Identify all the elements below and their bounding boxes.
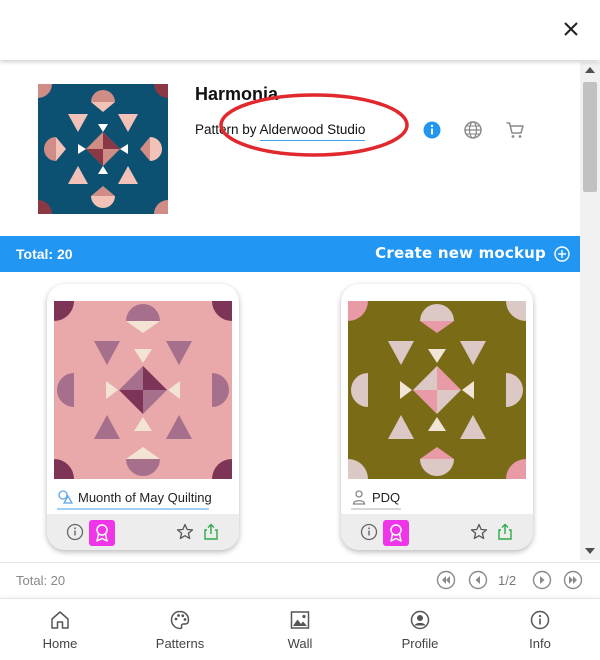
bottom-navigation: Home Patterns Wall Profile Info: [0, 598, 600, 660]
info-icon[interactable]: [359, 522, 379, 542]
cart-icon[interactable]: [505, 120, 525, 140]
badge-icon[interactable]: [89, 520, 115, 546]
content-area: Harmonia Pattern by Alderwood Studio Tot…: [0, 62, 600, 560]
pagination-bar: Total: 20 1/2: [0, 562, 600, 598]
shapes-icon: [58, 490, 73, 504]
nav-wall[interactable]: Wall: [255, 609, 345, 657]
scroll-down-arrow[interactable]: [585, 548, 595, 554]
scroll-thumb[interactable]: [583, 82, 597, 192]
nav-home[interactable]: Home: [15, 609, 105, 657]
mockups-total: Total: 20: [16, 246, 73, 262]
vertical-scrollbar[interactable]: [580, 62, 600, 560]
pagination-total: Total: 20: [16, 573, 66, 588]
person-icon: [352, 490, 366, 505]
nav-profile-label: Profile: [401, 636, 439, 651]
nav-profile[interactable]: Profile: [375, 609, 465, 657]
mockup-name: PDQ: [372, 489, 401, 505]
mockups-bar: Total: 20 Create new mockup: [0, 236, 580, 272]
nav-patterns-label: Patterns: [155, 636, 205, 651]
info-icon[interactable]: [65, 522, 85, 542]
info-icon[interactable]: [422, 120, 442, 140]
palette-icon: [170, 610, 190, 630]
next-page-icon[interactable]: [532, 570, 552, 590]
nav-home-label: Home: [42, 636, 78, 651]
mockup-card[interactable]: Muonth of May Quilting: [47, 284, 239, 550]
name-underline: [57, 508, 209, 510]
star-icon[interactable]: [469, 522, 489, 542]
share-icon[interactable]: [495, 522, 515, 542]
top-bar: [0, 0, 600, 60]
mockup-name-link[interactable]: Muonth of May Quilting: [57, 487, 212, 507]
close-icon[interactable]: [560, 18, 582, 40]
home-icon: [51, 611, 69, 629]
page-indicator: 1/2: [498, 573, 517, 588]
mockup-name: Muonth of May Quilting: [78, 489, 212, 505]
highlight-circle: [219, 93, 409, 157]
globe-icon[interactable]: [463, 120, 483, 140]
share-icon[interactable]: [201, 522, 221, 542]
add-circle-icon[interactable]: [554, 246, 570, 262]
nav-info[interactable]: Info: [495, 609, 585, 657]
pattern-thumbnail[interactable]: [38, 84, 168, 214]
badge-icon[interactable]: [383, 520, 409, 546]
mockup-card[interactable]: PDQ: [341, 284, 533, 550]
pattern-header: Harmonia Pattern by Alderwood Studio: [0, 62, 580, 234]
info-icon: [530, 610, 550, 630]
mockup-image[interactable]: [54, 301, 232, 479]
star-icon[interactable]: [175, 522, 195, 542]
scroll-up-arrow[interactable]: [585, 67, 595, 73]
prev-page-icon[interactable]: [468, 570, 488, 590]
last-page-icon[interactable]: [563, 570, 583, 590]
profile-icon: [410, 610, 430, 630]
name-underline: [351, 508, 401, 510]
mockup-image[interactable]: [348, 301, 526, 479]
mockup-name-link[interactable]: PDQ: [351, 487, 400, 507]
nav-wall-label: Wall: [287, 636, 313, 651]
nav-patterns[interactable]: Patterns: [135, 609, 225, 657]
first-page-icon[interactable]: [436, 570, 456, 590]
nav-info-label: Info: [529, 636, 551, 651]
create-mockup-button[interactable]: Create new mockup: [375, 244, 546, 262]
wall-icon: [290, 611, 310, 629]
card-footer: [47, 514, 239, 550]
card-footer: [341, 514, 533, 550]
